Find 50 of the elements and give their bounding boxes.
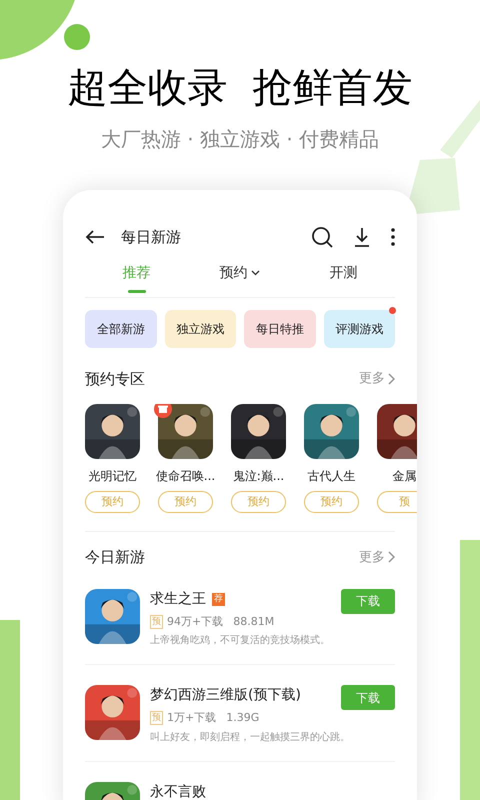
tab[interactable]: 推荐 bbox=[85, 262, 188, 296]
game-name: 光明记忆 bbox=[88, 468, 136, 485]
recommend-badge: 荐 bbox=[212, 592, 225, 606]
download-count: 1万+下载 bbox=[167, 710, 216, 726]
game-name: 金属 bbox=[392, 468, 416, 485]
download-count: 94万+下载 bbox=[167, 614, 224, 630]
chevron-down-icon bbox=[251, 270, 260, 276]
file-size: 88.81M bbox=[233, 614, 274, 630]
reserve-button[interactable]: 预约 bbox=[85, 491, 140, 513]
more-menu-button[interactable] bbox=[391, 228, 395, 246]
game-name: 古代人生 bbox=[308, 468, 356, 485]
section-title: 预约专区 bbox=[85, 368, 145, 390]
menu-icon bbox=[391, 228, 395, 246]
reserve-button[interactable]: 预约 bbox=[231, 491, 286, 513]
more-link[interactable]: 更多 bbox=[359, 369, 395, 388]
download-button[interactable]: 下载 bbox=[341, 685, 395, 710]
category-chip[interactable]: 全部新游 bbox=[85, 310, 156, 348]
game-name: 鬼泣:巅... bbox=[232, 468, 284, 485]
headline: 超全收录 抢鲜首发 bbox=[67, 64, 413, 113]
chevron-right-icon bbox=[387, 372, 395, 385]
category-chip[interactable]: 评测游戏 bbox=[324, 310, 395, 348]
gift-badge-icon bbox=[154, 404, 172, 418]
file-size: 1.39G bbox=[226, 710, 260, 726]
game-description: 上帝视角吃鸡，不可复活的竞技场模式。 bbox=[150, 634, 331, 648]
preorder-badge: 预 bbox=[150, 614, 163, 629]
chevron-right-icon bbox=[387, 551, 395, 564]
download-icon bbox=[353, 227, 371, 248]
section-title: 今日新游 bbox=[85, 547, 145, 568]
reserve-button[interactable]: 预约 bbox=[158, 491, 213, 513]
reserve-button[interactable]: 预约 bbox=[304, 491, 359, 513]
search-button[interactable] bbox=[311, 226, 333, 248]
game-name: 永不言败 bbox=[150, 782, 206, 800]
category-chip[interactable]: 独立游戏 bbox=[164, 310, 236, 348]
tab[interactable]: 开测 bbox=[292, 262, 395, 296]
more-link[interactable]: 更多 bbox=[359, 548, 395, 567]
game-name: 梦幻西游三维版(预下载) bbox=[150, 686, 301, 705]
screen-title: 每日新游 bbox=[121, 227, 181, 248]
tab[interactable]: 预约 bbox=[188, 262, 292, 296]
back-button[interactable] bbox=[85, 229, 105, 246]
category-chip[interactable]: 每日特推 bbox=[244, 310, 316, 348]
back-arrow-icon bbox=[85, 229, 105, 246]
reserve-button[interactable]: 预 bbox=[377, 491, 417, 513]
game-name: 求生之王 bbox=[150, 590, 206, 608]
subtitle: 大厂热游 · 独立游戏 · 付费精品 bbox=[100, 126, 380, 153]
game-name: 使命召唤... bbox=[156, 468, 216, 485]
search-icon bbox=[311, 226, 333, 248]
game-description: 叫上好友，即刻启程，一起触摸三界的心跳。 bbox=[150, 730, 341, 744]
download-button[interactable]: 下载 bbox=[341, 588, 395, 614]
preorder-badge: 预 bbox=[150, 711, 163, 726]
download-manager-button[interactable] bbox=[353, 227, 371, 248]
